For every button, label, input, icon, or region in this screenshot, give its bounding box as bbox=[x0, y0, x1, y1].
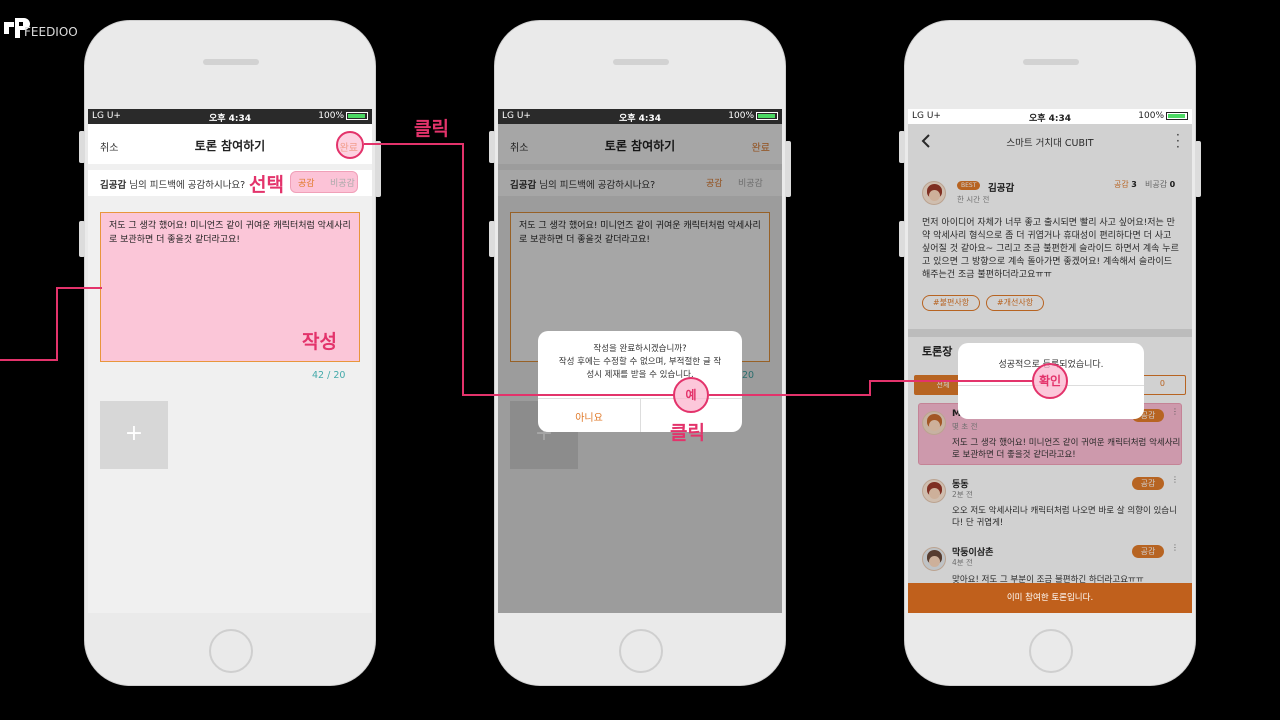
home-button[interactable] bbox=[209, 629, 253, 673]
screen: LG U+ 오후 4:34 100% 취소 토론 참여하기 완료 김공감 님의 … bbox=[498, 109, 782, 613]
side-button bbox=[489, 221, 495, 257]
comment-text: 저도 그 생각 했어요! 미니언즈 같이 귀여운 캐릭터처럼 악세사리로 보관하… bbox=[109, 221, 351, 245]
status-bar: LG U+ 오후 4:34 100% bbox=[88, 109, 372, 124]
side-button bbox=[899, 221, 905, 257]
screen: LG U+ 오후 4:34 100% 취소 토론 참여하기 완료 김공감 님의 … bbox=[88, 109, 372, 613]
dialog-message: 작성을 완료하시겠습니까? 작성 후에는 수정할 수 없으며, 부적절한 글 작… bbox=[558, 344, 722, 380]
disagree-toggle[interactable]: 비공감 bbox=[330, 176, 355, 189]
connector-line bbox=[56, 287, 58, 361]
side-button bbox=[899, 131, 905, 163]
connector-line bbox=[869, 380, 1033, 382]
side-button bbox=[79, 131, 85, 163]
logo-text: FEEDIOO bbox=[24, 25, 78, 39]
feedioo-logo: FEEDIOO bbox=[2, 16, 82, 40]
phone-2: LG U+ 오후 4:34 100% 취소 토론 참여하기 완료 김공감 님의 … bbox=[489, 20, 791, 686]
battery-indicator: 100% bbox=[318, 111, 368, 121]
side-button bbox=[785, 141, 791, 197]
done-click-marker bbox=[336, 131, 364, 159]
speaker bbox=[613, 59, 669, 65]
char-counter: 42 / 20 bbox=[312, 370, 346, 381]
confirm-dialog: 작성을 완료하시겠습니까? 작성 후에는 수정할 수 없으며, 부적절한 글 작… bbox=[538, 331, 742, 432]
click-annotation-2: 클릭 bbox=[670, 422, 705, 444]
home-button[interactable] bbox=[1029, 629, 1073, 673]
screen: LG U+ 오후 4:34 100% 스마트 거치대 CUBIT · · · BES… bbox=[908, 109, 1192, 613]
status-bar: LG U+ 오후 4:34 100% bbox=[908, 109, 1192, 124]
sheet-header: 취소 토론 참여하기 완료 bbox=[88, 124, 372, 164]
yes-button[interactable]: 예 bbox=[673, 377, 709, 413]
home-button[interactable] bbox=[619, 629, 663, 673]
connector-line bbox=[869, 380, 871, 396]
no-button[interactable]: 아니요 bbox=[538, 409, 640, 424]
page-title: 토론 참여하기 bbox=[194, 139, 266, 153]
connector-line bbox=[709, 394, 871, 396]
agree-toggle[interactable]: 공감 bbox=[298, 176, 315, 189]
select-annotation: 선택 bbox=[249, 174, 284, 196]
battery-icon bbox=[1166, 111, 1188, 120]
speaker bbox=[1023, 59, 1079, 65]
phone-3: LG U+ 오후 4:34 100% 스마트 거치대 CUBIT · · · BES… bbox=[899, 20, 1201, 686]
write-annotation: 작성 bbox=[302, 331, 337, 353]
already-joined-banner: 이미 참여한 토론입니다. bbox=[908, 583, 1192, 613]
speaker bbox=[203, 59, 259, 65]
side-button bbox=[375, 141, 381, 197]
dialog-divider bbox=[640, 398, 641, 432]
empathy-question: 김공감 님의 피드백에 공감하시나요? 공감 비공감 bbox=[88, 170, 372, 196]
side-button bbox=[489, 131, 495, 163]
battery-icon bbox=[346, 111, 368, 120]
ok-button[interactable]: 확인 bbox=[1032, 363, 1068, 399]
compose-sheet: 취소 토론 참여하기 완료 김공감 님의 피드백에 공감하시나요? 공감 비공감… bbox=[88, 124, 372, 613]
status-bar: LG U+ 오후 4:34 100% bbox=[498, 109, 782, 124]
battery-indicator: 100% bbox=[1138, 111, 1188, 121]
battery-indicator: 100% bbox=[728, 111, 778, 121]
question-text: 김공감 님의 피드백에 공감하시나요? bbox=[100, 180, 246, 191]
side-button bbox=[79, 221, 85, 257]
connector-line bbox=[0, 359, 58, 361]
battery-icon bbox=[756, 111, 778, 120]
click-annotation-1: 클릭 bbox=[414, 118, 449, 140]
connector-line bbox=[462, 394, 674, 396]
connector-line bbox=[462, 143, 464, 396]
connector-line bbox=[364, 143, 464, 145]
add-image-button[interactable]: + bbox=[100, 401, 168, 469]
connector-line bbox=[56, 287, 102, 289]
side-button bbox=[1195, 141, 1201, 197]
